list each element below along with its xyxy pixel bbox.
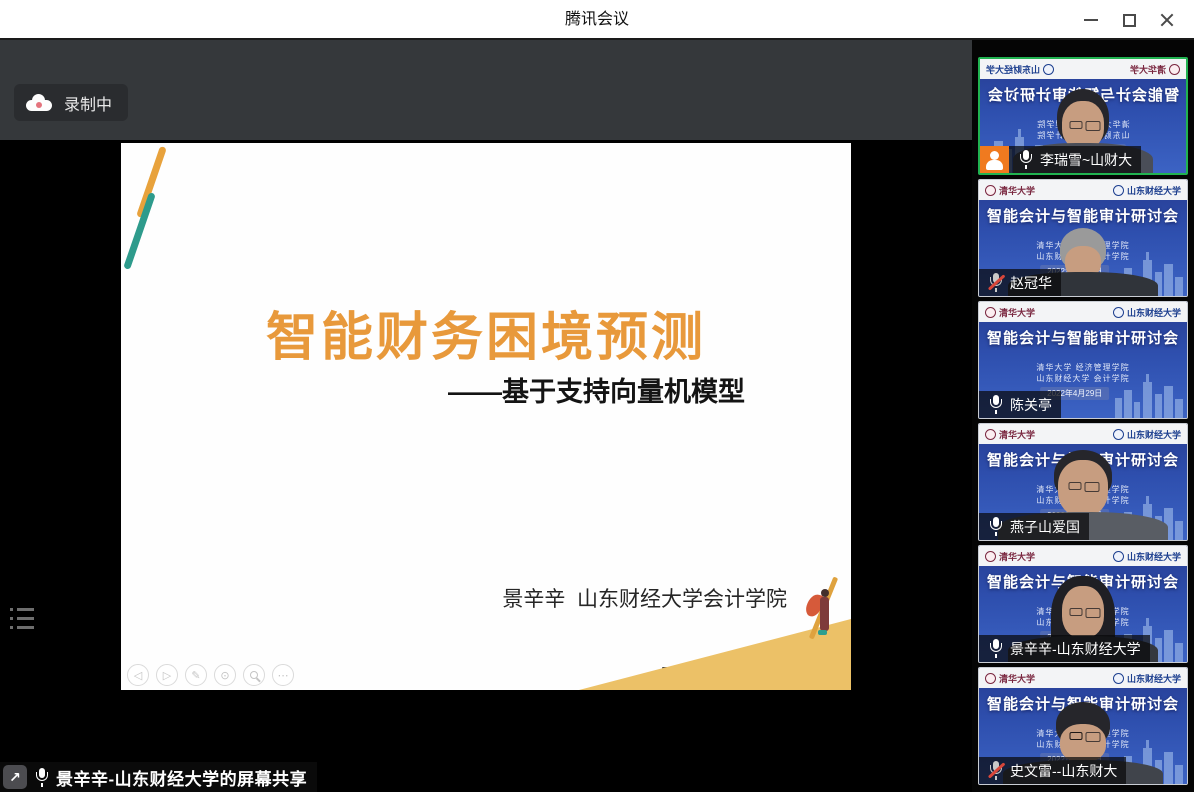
- screen-share-icon: ↗: [3, 765, 27, 789]
- window-title: 腾讯会议: [0, 0, 1194, 40]
- recording-label: 录制中: [64, 91, 112, 115]
- sdufe-logo-text: 山东财经大学: [1127, 306, 1181, 319]
- tencent-meeting-window: 腾讯会议 录制中 智能财务困境预测 ——基于支持向量机模型 景: [0, 0, 1194, 792]
- participant-video-zhao-guanhua[interactable]: 清华大学 山东财经大学 智能会计与智能审计研讨会 清华大学 经济管理学院 山东财…: [978, 179, 1188, 297]
- magnifier-button[interactable]: [243, 664, 265, 686]
- skyline-graphic: [1113, 372, 1185, 418]
- window-controls: [1072, 0, 1186, 40]
- mic-on-icon: [1018, 150, 1033, 169]
- magnifier-icon: [250, 671, 258, 679]
- decor-orange-stroke: [136, 146, 167, 218]
- titlebar: 腾讯会议: [0, 0, 1194, 40]
- participants-sidebar: 清华大学 山东财经大学 智能会计与智能审计研讨会 清华大学 经济管理学院 山东财…: [972, 40, 1194, 792]
- virtual-background-logo-strip: 清华大学 山东财经大学: [979, 302, 1187, 322]
- participant-name: 史文雷--山东财大: [1010, 761, 1117, 781]
- author-line-1: 景辛辛 山东财经大学会计学院: [502, 587, 787, 613]
- sdufe-logo: 山东财经大学: [1113, 306, 1181, 319]
- minimize-icon: [1084, 19, 1098, 21]
- sdufe-logo-icon: [1113, 307, 1124, 318]
- mic-on-icon: [988, 395, 1003, 414]
- slide-title: 智能财务困境预测: [121, 295, 851, 370]
- close-button[interactable]: [1148, 0, 1186, 40]
- recording-indicator[interactable]: 录制中: [14, 84, 128, 121]
- minimize-button[interactable]: [1072, 0, 1110, 40]
- mic-muted-icon: [988, 273, 1003, 292]
- cloud-recording-icon: [26, 94, 52, 111]
- participant-video-jing-xinxin[interactable]: 清华大学 山东财经大学 智能会计与智能审计研讨会 清华大学 经济管理学院 山东财…: [978, 545, 1188, 663]
- annotation-list-icon[interactable]: [10, 608, 40, 635]
- pen-button[interactable]: ✎: [185, 664, 207, 686]
- maximize-icon: [1123, 14, 1136, 27]
- participant-name: 景辛辛-山东财经大学: [1010, 639, 1141, 659]
- mic-muted-icon: [988, 761, 1003, 780]
- mic-on-icon: [988, 639, 1003, 658]
- meeting-main: 录制中 智能财务困境预测 ——基于支持向量机模型 景辛辛 山东财经大学会计学院 …: [0, 40, 1194, 792]
- meeting-topbar: 录制中: [0, 40, 972, 140]
- prev-slide-button[interactable]: ◁: [127, 664, 149, 686]
- screen-share-label: 景辛辛-山东财经大学的屏幕共享: [56, 765, 307, 790]
- tsinghua-logo: 清华大学: [985, 306, 1035, 319]
- slide-toolbar: ◁ ▷ ✎ ⊙ ⋯: [127, 664, 294, 686]
- person-badge-icon: [980, 146, 1009, 173]
- participant-video-shi-wenlei[interactable]: 清华大学 山东财经大学 智能会计与智能审计研讨会 清华大学 经济管理学院 山东财…: [978, 667, 1188, 785]
- maximize-button[interactable]: [1110, 0, 1148, 40]
- presentation-slide: 智能财务困境预测 ——基于支持向量机模型 景辛辛 山东财经大学会计学院 预聘制副…: [121, 143, 851, 690]
- conference-banner: 智能会计与智能审计研讨会: [979, 327, 1187, 348]
- mic-on-icon: [988, 517, 1003, 536]
- hiker-figure-graphic: [807, 589, 835, 639]
- tsinghua-logo-text: 清华大学: [999, 306, 1035, 319]
- participant-name: 李瑞雪~山财大: [1040, 150, 1132, 170]
- participant-video-chen-guanting[interactable]: 清华大学 山东财经大学 智能会计与智能审计研讨会 清华大学 经济管理学院 山东财…: [978, 301, 1188, 419]
- participant-name: 赵冠华: [1010, 273, 1052, 293]
- next-slide-button[interactable]: ▷: [156, 664, 178, 686]
- slide-subtitle: ——基于支持向量机模型: [448, 370, 745, 409]
- laser-pointer-button[interactable]: ⊙: [214, 664, 236, 686]
- shared-screen-stage: 录制中 智能财务困境预测 ——基于支持向量机模型 景辛辛 山东财经大学会计学院 …: [0, 40, 972, 792]
- tsinghua-logo-icon: [985, 307, 996, 318]
- participant-video-yanzishan[interactable]: 清华大学 山东财经大学 智能会计与智能审计研讨会 清华大学 经济管理学院 山东财…: [978, 423, 1188, 541]
- more-tools-button[interactable]: ⋯: [272, 664, 294, 686]
- participant-name: 燕子山爱国: [1010, 517, 1080, 537]
- participant-name: 陈关亭: [1010, 395, 1052, 415]
- mic-on-icon: [34, 768, 49, 787]
- participant-video-li-ruixue[interactable]: 清华大学 山东财经大学 智能会计与智能审计研讨会 清华大学 经济管理学院 山东财…: [978, 57, 1188, 175]
- screen-share-banner: ↗ 景辛辛-山东财经大学的屏幕共享: [0, 762, 317, 792]
